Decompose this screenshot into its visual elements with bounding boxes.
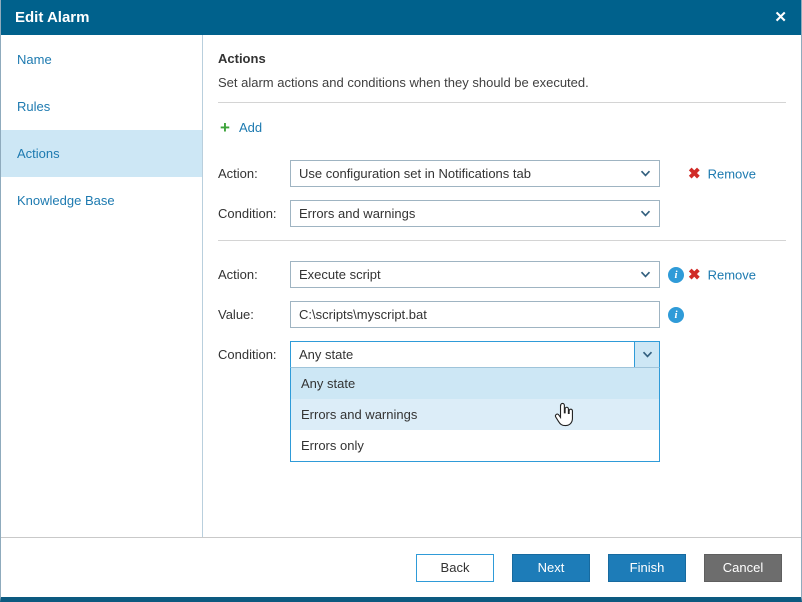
action-label: Action: bbox=[218, 267, 258, 282]
page-subtitle: Set alarm actions and conditions when th… bbox=[218, 75, 589, 90]
edit-alarm-dialog: Edit Alarm ✕ Name Rules Actions Knowledg… bbox=[0, 0, 802, 602]
chevron-box[interactable] bbox=[634, 342, 659, 367]
next-button[interactable]: Next bbox=[512, 553, 590, 582]
script-value-input[interactable] bbox=[290, 301, 660, 328]
back-button[interactable]: Back bbox=[416, 553, 494, 582]
add-label: Add bbox=[238, 120, 263, 135]
info-icon: i bbox=[668, 306, 684, 323]
dropdown-option-errors-and-warnings[interactable]: Errors and warnings bbox=[291, 399, 659, 430]
divider bbox=[218, 240, 786, 241]
chevron-down-icon bbox=[640, 170, 651, 177]
hand-cursor-icon bbox=[553, 402, 575, 432]
action-group-2: Action: Execute script i ✖ Remove Value: bbox=[218, 261, 786, 462]
chevron-down-icon bbox=[640, 271, 651, 278]
page-title: Actions bbox=[218, 51, 266, 66]
action-select[interactable]: Use configuration set in Notifications t… bbox=[290, 160, 660, 187]
cancel-button[interactable]: Cancel bbox=[704, 553, 782, 582]
finish-button[interactable]: Finish bbox=[608, 553, 686, 582]
sidebar-item-rules[interactable]: Rules bbox=[1, 83, 202, 130]
remove-action-button[interactable]: ✖ Remove bbox=[688, 267, 756, 282]
remove-label: Remove bbox=[707, 166, 756, 181]
dropdown-option-errors-only[interactable]: Errors only bbox=[291, 430, 659, 461]
condition-select-open[interactable]: Any state bbox=[290, 341, 660, 368]
actions-panel: Actions Set alarm actions and conditions… bbox=[203, 35, 801, 537]
remove-label: Remove bbox=[707, 267, 756, 282]
plus-icon: + bbox=[220, 118, 230, 137]
sidebar-item-name[interactable]: Name bbox=[1, 36, 202, 83]
close-icon[interactable]: ✕ bbox=[774, 10, 787, 25]
sidebar: Name Rules Actions Knowledge Base bbox=[1, 35, 203, 537]
sidebar-item-actions[interactable]: Actions bbox=[1, 130, 202, 177]
action-select[interactable]: Execute script bbox=[290, 261, 660, 288]
titlebar: Edit Alarm ✕ bbox=[1, 0, 801, 35]
condition-select[interactable]: Errors and warnings bbox=[290, 200, 660, 227]
condition-label: Condition: bbox=[218, 206, 277, 221]
action-group-1: Action: Use configuration set in Notific… bbox=[218, 160, 786, 227]
dialog-title: Edit Alarm bbox=[15, 9, 90, 26]
value-label: Value: bbox=[218, 307, 254, 322]
remove-x-icon: ✖ bbox=[688, 266, 701, 283]
remove-x-icon: ✖ bbox=[688, 165, 701, 182]
add-action-button[interactable]: + Add bbox=[220, 119, 290, 136]
sidebar-item-knowledge-base[interactable]: Knowledge Base bbox=[1, 177, 202, 224]
footer: Back Next Finish Cancel bbox=[1, 537, 801, 597]
chevron-down-icon bbox=[640, 210, 651, 217]
dropdown-option-any-state[interactable]: Any state bbox=[291, 368, 659, 399]
info-icon: i bbox=[668, 266, 684, 283]
chevron-down-icon bbox=[642, 351, 653, 358]
divider bbox=[218, 102, 786, 103]
action-label: Action: bbox=[218, 166, 258, 181]
remove-action-button[interactable]: ✖ Remove bbox=[688, 166, 756, 181]
condition-dropdown-list: Any state Errors and warnings Errors onl… bbox=[290, 367, 660, 462]
condition-label: Condition: bbox=[218, 347, 277, 362]
